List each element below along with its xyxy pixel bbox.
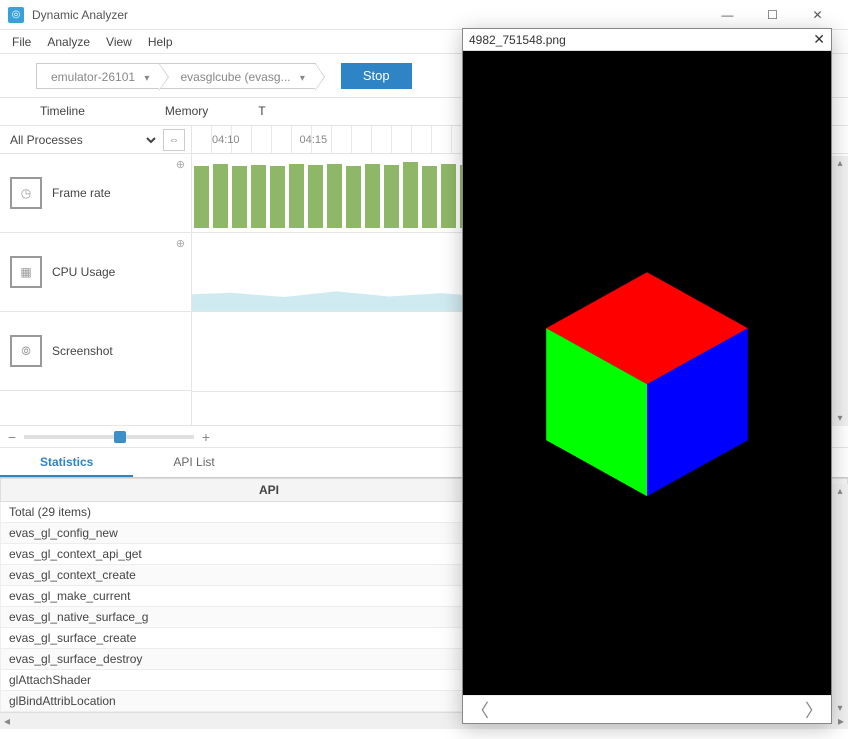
- maximize-button[interactable]: ☐: [750, 0, 795, 30]
- camera-icon: ⦾: [10, 335, 42, 367]
- cell-api: evas_gl_config_new: [1, 523, 538, 544]
- menu-file[interactable]: File: [4, 32, 39, 52]
- frame-rate-bar: [346, 166, 361, 228]
- tab-timeline[interactable]: Timeline: [0, 98, 125, 125]
- frame-rate-bar: [327, 164, 342, 228]
- scroll-right-icon[interactable]: ▸: [838, 714, 844, 728]
- scroll-down-icon[interactable]: ▾: [837, 703, 842, 714]
- cell-api: evas_gl_context_api_get: [1, 544, 538, 565]
- frame-rate-bar: [308, 165, 323, 228]
- col-api[interactable]: API: [1, 479, 538, 502]
- close-button[interactable]: ✕: [795, 0, 840, 30]
- magnify-icon[interactable]: ⊕: [176, 158, 185, 171]
- scroll-left-icon[interactable]: ◂: [4, 714, 10, 728]
- image-preview-body: [463, 51, 831, 695]
- fit-view-icon[interactable]: ⇔: [163, 129, 185, 151]
- chevron-down-icon: ▾: [300, 73, 305, 84]
- frame-rate-bar: [270, 166, 285, 228]
- tab-memory[interactable]: Memory: [125, 98, 248, 125]
- scroll-up-icon[interactable]: ▴: [837, 486, 842, 497]
- vertical-scrollbar[interactable]: ▴ ▾: [831, 484, 848, 716]
- process-selector-row: All Processes ⇔: [0, 126, 191, 154]
- cell-api: Total (29 items): [1, 502, 538, 523]
- frame-rate-bar: [232, 166, 247, 228]
- ruler-tick: 04:10: [212, 134, 240, 146]
- menu-view[interactable]: View: [98, 32, 140, 52]
- breadcrumb: emulator-26101 ▾ evasglcube (evasg... ▾: [36, 62, 315, 90]
- app-icon: ◎: [8, 7, 24, 23]
- frame-rate-bar: [441, 164, 456, 228]
- panel-label: CPU Usage: [52, 265, 115, 279]
- stop-button[interactable]: Stop: [341, 63, 412, 89]
- tab-api-list[interactable]: API List: [133, 448, 254, 477]
- device-selector[interactable]: emulator-26101 ▾: [36, 63, 160, 89]
- panel-frame-rate[interactable]: ◷ Frame rate ⊕: [0, 154, 191, 233]
- chevron-down-icon: ▾: [144, 73, 149, 84]
- frame-rate-icon: ◷: [10, 177, 42, 209]
- frame-rate-bar: [251, 165, 266, 228]
- frame-rate-bar: [365, 164, 380, 228]
- timeline-left-column: All Processes ⇔ ◷ Frame rate ⊕ ▦ CPU Usa…: [0, 126, 192, 425]
- frame-rate-bar: [289, 164, 304, 228]
- image-preview-header[interactable]: 4982_751548.png ✕: [463, 29, 831, 51]
- cpu-icon: ▦: [10, 256, 42, 288]
- cell-api: evas_gl_surface_destroy: [1, 649, 538, 670]
- vertical-scrollbar[interactable]: ▴ ▾: [831, 156, 848, 426]
- close-icon[interactable]: ✕: [813, 31, 825, 48]
- ruler-tick: 04:15: [300, 134, 328, 146]
- panel-label: Frame rate: [52, 186, 111, 200]
- next-image-button[interactable]: 〉: [805, 697, 823, 723]
- titlebar: ◎ Dynamic Analyzer — ☐ ✕: [0, 0, 848, 30]
- image-preview-window: 4982_751548.png ✕ 〈 〉: [462, 28, 832, 724]
- cell-api: evas_gl_context_create: [1, 565, 538, 586]
- tab-statistics[interactable]: Statistics: [0, 448, 133, 477]
- menu-help[interactable]: Help: [140, 32, 181, 52]
- zoom-slider[interactable]: [24, 435, 194, 439]
- app-selector[interactable]: evasglcube (evasg... ▾: [159, 63, 315, 89]
- zoom-in-button[interactable]: +: [200, 429, 212, 445]
- magnify-icon[interactable]: ⊕: [176, 237, 185, 250]
- image-preview-footer: 〈 〉: [463, 695, 831, 723]
- menu-analyze[interactable]: Analyze: [39, 32, 98, 52]
- zoom-thumb[interactable]: [114, 431, 126, 443]
- frame-rate-bar: [194, 166, 209, 228]
- frame-rate-bar: [422, 166, 437, 228]
- frame-rate-bar: [403, 162, 418, 228]
- panel-screenshot[interactable]: ⦾ Screenshot: [0, 312, 191, 391]
- cell-api: evas_gl_native_surface_g: [1, 607, 538, 628]
- prev-image-button[interactable]: 〈: [471, 697, 489, 723]
- scroll-down-icon[interactable]: ▾: [837, 413, 842, 424]
- cell-api: glAttachShader: [1, 670, 538, 691]
- tab-truncated[interactable]: T: [248, 98, 275, 125]
- window-title: Dynamic Analyzer: [32, 8, 705, 22]
- minimize-button[interactable]: —: [705, 0, 750, 30]
- cell-api: glBindAttribLocation: [1, 691, 538, 712]
- frame-rate-bar: [213, 164, 228, 228]
- frame-rate-bar: [384, 165, 399, 228]
- panel-label: Screenshot: [52, 344, 113, 358]
- panel-cpu-usage[interactable]: ▦ CPU Usage ⊕: [0, 233, 191, 312]
- scroll-up-icon[interactable]: ▴: [837, 158, 842, 169]
- device-label: emulator-26101: [51, 70, 135, 84]
- cube-image: [507, 233, 787, 513]
- process-selector[interactable]: All Processes: [6, 132, 159, 148]
- cell-api: evas_gl_make_current: [1, 586, 538, 607]
- image-filename: 4982_751548.png: [469, 33, 566, 47]
- app-label: evasglcube (evasg...: [180, 70, 290, 84]
- cell-api: evas_gl_surface_create: [1, 628, 538, 649]
- zoom-out-button[interactable]: −: [6, 429, 18, 445]
